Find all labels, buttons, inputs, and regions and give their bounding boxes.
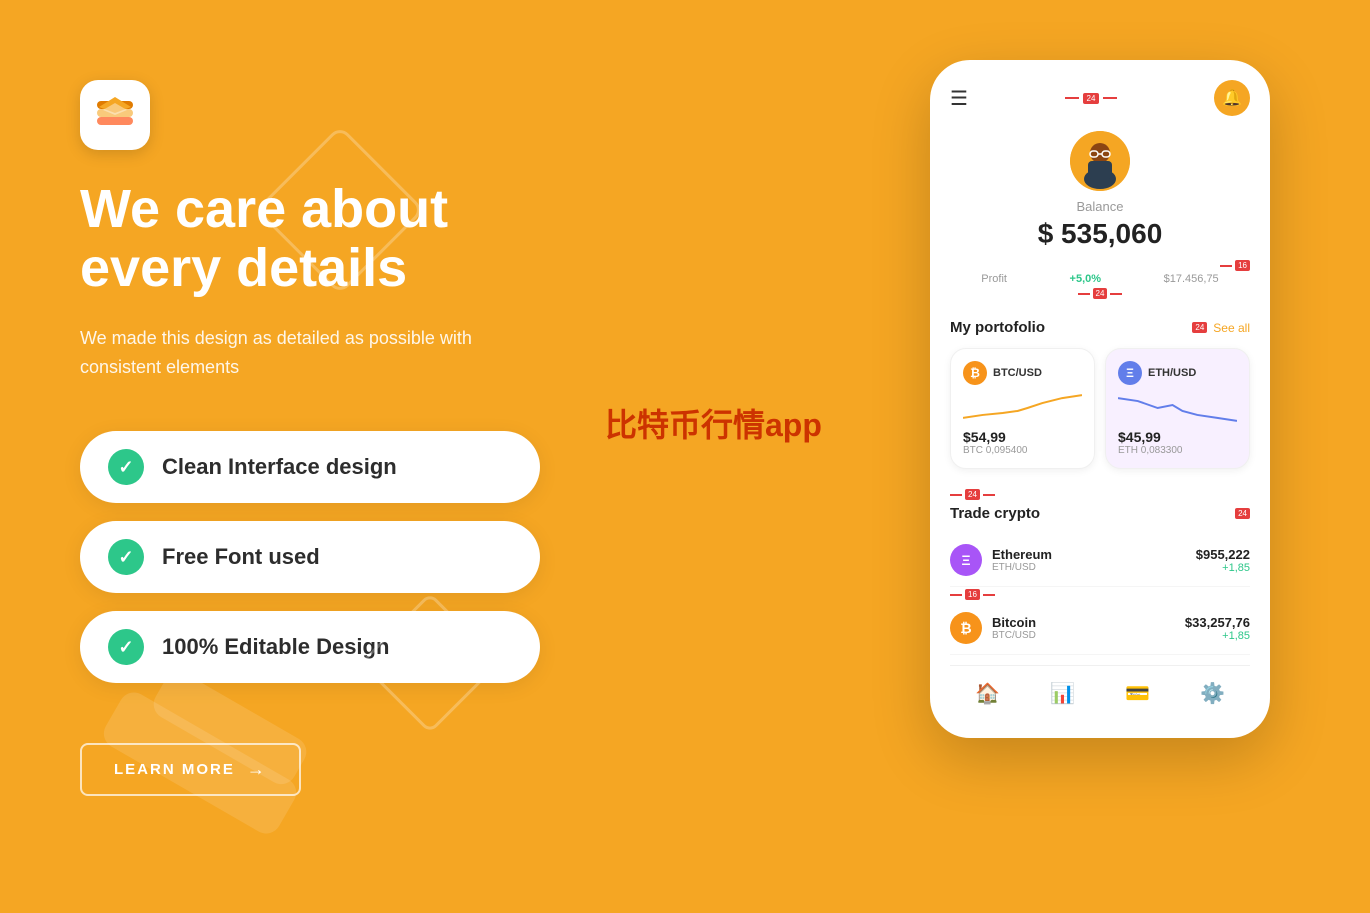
btc-card: ₿ BTC/USD $54,99 BTC 0,095400 [950, 348, 1095, 469]
logo-area [80, 80, 870, 150]
portfolio-cards: ₿ BTC/USD $54,99 BTC 0,095400 [950, 348, 1250, 469]
phone-screen: ☰ 24 🔔 [930, 60, 1270, 738]
btc-trade-price: $33,257,76 [1185, 615, 1250, 630]
balance-section: Balance $ 535,060 16 Profit +5,0% [950, 131, 1250, 299]
user-avatar [1070, 131, 1130, 191]
check-icon-3 [108, 629, 144, 665]
profit-pct: +5,0% [1070, 273, 1102, 285]
right-section: ☰ 24 🔔 [910, 60, 1290, 738]
phone-top-bar: ☰ 24 🔔 [950, 80, 1250, 116]
logo-box [80, 80, 150, 150]
balance-label: Balance [950, 199, 1250, 214]
btc-trade-change: +1,85 [1185, 630, 1250, 642]
balance-stats: Profit +5,0% $17.456,75 [950, 273, 1250, 285]
nav-wallet[interactable]: 💳 [1125, 681, 1150, 708]
eth-header: Ξ ETH/USD [1118, 361, 1237, 385]
see-all-link[interactable]: See all [1213, 321, 1250, 335]
nav-home[interactable]: 🏠 [975, 681, 1000, 708]
nav-chart[interactable]: 📊 [1050, 681, 1075, 708]
balance-amount: $ 535,060 [950, 218, 1250, 250]
eth-trade-icon: Ξ [950, 544, 982, 576]
home-icon: 🏠 [975, 681, 1000, 706]
trade-section: Trade crypto 24 Ξ Ethereum ETH/USD $955,… [950, 505, 1250, 655]
logo-icon [93, 93, 137, 137]
menu-icon[interactable]: ☰ [950, 86, 968, 111]
measure-tag-24a: 24 [1093, 288, 1108, 299]
feature-item-1: Clean Interface design [80, 431, 540, 503]
btc-header: ₿ BTC/USD [963, 361, 1082, 385]
feature-label-1: Clean Interface design [162, 454, 397, 480]
profit-value: $17.456,75 [1164, 273, 1219, 285]
feature-item-2: Free Font used [80, 521, 540, 593]
eth-trade-change: +1,85 [1196, 562, 1250, 574]
btc-trade-item: ₿ Bitcoin BTC/USD $33,257,76 +1,85 [950, 602, 1250, 655]
btc-chart [963, 393, 1082, 423]
phone-mockup: ☰ 24 🔔 [930, 60, 1270, 738]
subtitle-text: We made this design as detailed as possi… [80, 324, 500, 382]
portfolio-title: My portofolio [950, 319, 1045, 336]
bottom-nav: 🏠 📊 💳 ⚙️ [950, 665, 1250, 718]
eth-trade-price-info: $955,222 +1,85 [1196, 547, 1250, 574]
btc-trade-name: Bitcoin [992, 615, 1185, 630]
eth-pair: ETH/USD [1148, 367, 1196, 379]
measure-tag-top: 24 [1083, 93, 1100, 104]
btc-trade-icon: ₿ [950, 612, 982, 644]
measure-tag-24c: 24 [965, 489, 980, 500]
eth-icon: Ξ [1118, 361, 1142, 385]
notification-icon[interactable]: 🔔 [1214, 80, 1250, 116]
eth-trade-price: $955,222 [1196, 547, 1250, 562]
btc-icon: ₿ [963, 361, 987, 385]
nav-settings[interactable]: ⚙️ [1200, 681, 1225, 708]
eth-price: $45,99 [1118, 429, 1237, 445]
btc-price: $54,99 [963, 429, 1082, 445]
eth-trade-name: Ethereum [992, 547, 1196, 562]
btc-trade-price-info: $33,257,76 +1,85 [1185, 615, 1250, 642]
feature-label-3: 100% Editable Design [162, 634, 389, 660]
btc-pair: BTC/USD [993, 367, 1042, 379]
wallet-icon: 💳 [1125, 681, 1150, 706]
btc-trade-info: Bitcoin BTC/USD [992, 615, 1185, 641]
measure-tag-16: 16 [1235, 260, 1250, 271]
eth-amount: ETH 0,083300 [1118, 445, 1237, 456]
eth-card: Ξ ETH/USD $45,99 ETH 0,083300 [1105, 348, 1250, 469]
trade-title: Trade crypto [950, 505, 1040, 522]
eth-trade-item: Ξ Ethereum ETH/USD $955,222 +1,85 [950, 534, 1250, 587]
check-icon-1 [108, 449, 144, 485]
feature-label-2: Free Font used [162, 544, 320, 570]
chart-icon: 📊 [1050, 681, 1075, 706]
check-icon-2 [108, 539, 144, 575]
btc-trade-pair: BTC/USD [992, 630, 1185, 641]
trade-header: Trade crypto 24 [950, 505, 1250, 522]
settings-icon: ⚙️ [1200, 681, 1225, 706]
eth-chart [1118, 393, 1237, 423]
profit-label: Profit [981, 273, 1007, 285]
measure-tag-24b: 24 [1192, 322, 1207, 333]
measure-tag-16b: 16 [965, 589, 980, 600]
eth-trade-pair: ETH/USD [992, 562, 1196, 573]
measure-tag-24d: 24 [1235, 508, 1250, 519]
portfolio-header: My portofolio 24 See all [950, 319, 1250, 336]
eth-trade-info: Ethereum ETH/USD [992, 547, 1196, 573]
btc-amount: BTC 0,095400 [963, 445, 1082, 456]
